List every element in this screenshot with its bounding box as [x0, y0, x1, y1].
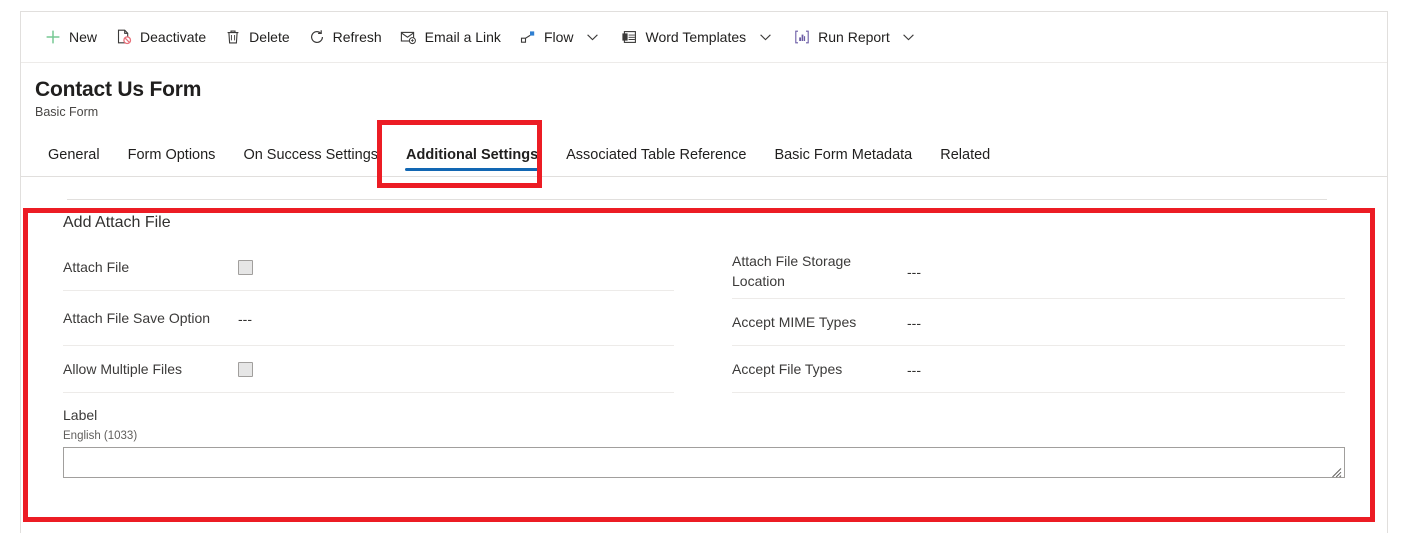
tab-label: Basic Form Metadata: [774, 147, 913, 163]
command-new[interactable]: New: [35, 18, 106, 56]
word-template-icon: [621, 28, 639, 46]
refresh-icon: [308, 28, 326, 46]
attach-file-storage-location-value: ---: [907, 264, 921, 280]
chevron-down-icon[interactable]: [899, 21, 919, 53]
plus-icon: [44, 28, 62, 46]
attach-file-checkbox[interactable]: [238, 259, 253, 275]
record-header: Contact Us Form Basic Form: [21, 63, 1387, 121]
label-language: English (1033): [63, 430, 138, 442]
command-run-report[interactable]: Run Report: [784, 18, 928, 56]
command-email-a-link-label: Email a Link: [424, 29, 501, 45]
command-delete[interactable]: Delete: [215, 18, 298, 56]
resize-grip-icon[interactable]: [1331, 465, 1342, 478]
tab-strip: General Form Options On Success Settings…: [21, 130, 1387, 177]
tab-related[interactable]: Related: [926, 147, 1004, 176]
email-link-icon: [400, 28, 418, 46]
active-tab-underline: [405, 168, 540, 171]
field-value: [238, 359, 253, 379]
attach-file-save-option-value: ---: [238, 311, 252, 327]
field-attach-file-save-option: Attach File Save Option ---: [63, 291, 674, 346]
tab-label: Form Options: [127, 147, 216, 163]
command-refresh[interactable]: Refresh: [299, 18, 391, 56]
page-title: Contact Us Form: [35, 78, 202, 101]
app-frame: New Deactivate Delete Refresh Email a Li…: [20, 11, 1388, 533]
tab-on-success-settings[interactable]: On Success Settings: [229, 147, 392, 176]
command-new-label: New: [69, 29, 98, 45]
command-flow[interactable]: Flow: [510, 18, 612, 56]
tab-label: Associated Table Reference: [566, 147, 747, 163]
chevron-down-icon[interactable]: [583, 21, 603, 53]
chevron-down-icon[interactable]: [755, 21, 775, 53]
page-subtitle: Basic Form: [35, 105, 99, 119]
tab-label: General: [48, 147, 100, 163]
field-value[interactable]: ---: [907, 261, 921, 281]
tab-basic-form-metadata[interactable]: Basic Form Metadata: [760, 147, 926, 176]
command-word-templates-label: Word Templates: [645, 29, 747, 45]
allow-multiple-files-checkbox[interactable]: [238, 361, 253, 377]
field-label: Accept File Types: [732, 361, 843, 377]
section-add-attach-file: Add Attach File Attach File Attach File …: [33, 195, 1375, 498]
tab-general[interactable]: General: [34, 147, 114, 176]
tab-form-options[interactable]: Form Options: [114, 147, 230, 176]
field-allow-multiple-files: Allow Multiple Files: [63, 346, 674, 393]
field-value[interactable]: ---: [907, 312, 921, 332]
field-label: Allow Multiple Files: [63, 361, 183, 377]
trash-icon: [224, 28, 242, 46]
command-flow-label: Flow: [543, 29, 574, 45]
tab-additional-settings[interactable]: Additional Settings: [392, 147, 552, 176]
field-column-left: Attach File Attach File Save Option --- …: [53, 244, 704, 393]
flow-icon: [519, 28, 537, 46]
command-email-a-link[interactable]: Email a Link: [391, 18, 510, 56]
field-columns: Attach File Attach File Save Option --- …: [53, 244, 1355, 393]
field-label: Attach File: [63, 259, 130, 275]
command-word-templates[interactable]: Word Templates: [612, 18, 785, 56]
label-caption: Label: [63, 407, 98, 423]
deactivate-icon: [115, 28, 133, 46]
tab-associated-table-reference[interactable]: Associated Table Reference: [552, 147, 760, 176]
command-delete-label: Delete: [249, 29, 290, 45]
accept-file-types-value: ---: [907, 362, 921, 378]
field-attach-file: Attach File: [63, 244, 674, 291]
field-label: Attach File Save Option: [63, 310, 211, 326]
run-report-icon: [793, 28, 811, 46]
field-value[interactable]: ---: [238, 308, 252, 328]
field-accept-file-types: Accept File Types ---: [732, 346, 1345, 393]
accept-mime-types-value: ---: [907, 315, 921, 331]
field-value[interactable]: ---: [907, 359, 921, 379]
label-input[interactable]: [63, 447, 1345, 478]
command-deactivate[interactable]: Deactivate: [106, 18, 215, 56]
tab-label: Additional Settings: [406, 147, 539, 163]
field-column-right: Attach File Storage Location --- Accept …: [704, 244, 1355, 393]
form-body: Add Attach File Attach File Attach File …: [21, 195, 1387, 498]
label-block: Label English (1033): [53, 393, 1355, 478]
field-accept-mime-types: Accept MIME Types ---: [732, 299, 1345, 346]
field-value: [238, 257, 253, 277]
field-label: Accept MIME Types: [732, 314, 857, 330]
tab-label: Related: [940, 147, 991, 163]
command-bar: New Deactivate Delete Refresh Email a Li…: [21, 12, 1387, 63]
command-deactivate-label: Deactivate: [140, 29, 207, 45]
command-run-report-label: Run Report: [818, 29, 890, 45]
command-refresh-label: Refresh: [332, 29, 382, 45]
field-attach-file-storage-location: Attach File Storage Location ---: [732, 244, 1345, 299]
tab-label: On Success Settings: [243, 147, 379, 163]
section-title: Add Attach File: [63, 214, 171, 231]
field-label: Attach File Storage Location: [732, 253, 852, 289]
